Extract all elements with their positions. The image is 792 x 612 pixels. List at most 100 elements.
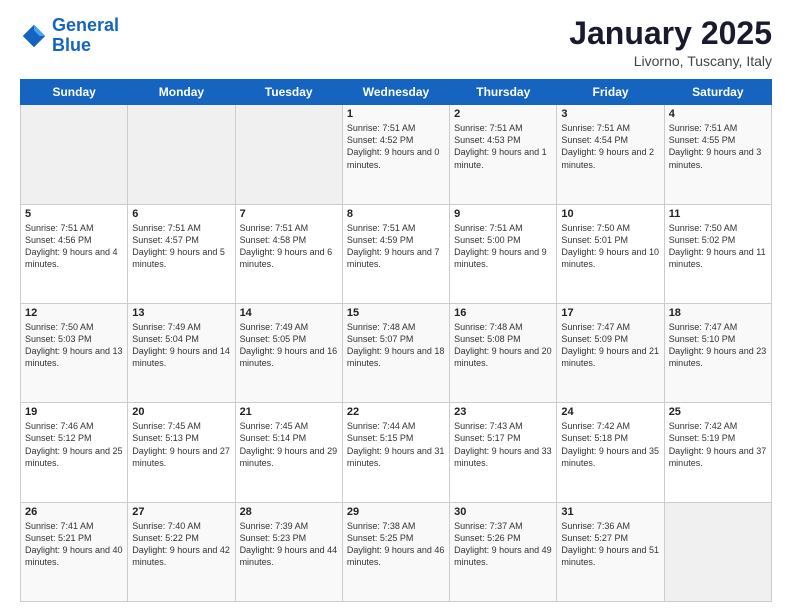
day-number: 16 [454, 307, 552, 319]
day-number: 8 [347, 208, 445, 220]
day-info: Sunrise: 7:51 AMSunset: 4:57 PMDaylight:… [132, 222, 230, 271]
calendar-cell: 27 Sunrise: 7:40 AMSunset: 5:22 PMDayligh… [128, 502, 235, 601]
calendar-week-row: 26 Sunrise: 7:41 AMSunset: 5:21 PMDayligh… [21, 502, 772, 601]
title-block: January 2025 Livorno, Tuscany, Italy [569, 16, 772, 69]
calendar-cell: 9 Sunrise: 7:51 AMSunset: 5:00 PMDaylight… [450, 204, 557, 303]
calendar-cell: 25 Sunrise: 7:42 AMSunset: 5:19 PMDayligh… [664, 403, 771, 502]
day-info: Sunrise: 7:51 AMSunset: 5:00 PMDaylight:… [454, 222, 552, 271]
day-info: Sunrise: 7:45 AMSunset: 5:14 PMDaylight:… [240, 420, 338, 469]
calendar-subtitle: Livorno, Tuscany, Italy [569, 53, 772, 69]
day-info: Sunrise: 7:51 AMSunset: 4:59 PMDaylight:… [347, 222, 445, 271]
page: General Blue January 2025 Livorno, Tusca… [0, 0, 792, 612]
day-info: Sunrise: 7:48 AMSunset: 5:07 PMDaylight:… [347, 321, 445, 370]
calendar-table: SundayMondayTuesdayWednesdayThursdayFrid… [20, 79, 772, 602]
calendar-week-row: 12 Sunrise: 7:50 AMSunset: 5:03 PMDayligh… [21, 303, 772, 402]
logo-line1: General [52, 15, 119, 35]
calendar-cell: 12 Sunrise: 7:50 AMSunset: 5:03 PMDayligh… [21, 303, 128, 402]
day-info: Sunrise: 7:51 AMSunset: 4:55 PMDaylight:… [669, 122, 767, 171]
calendar-week-row: 19 Sunrise: 7:46 AMSunset: 5:12 PMDayligh… [21, 403, 772, 502]
header: General Blue January 2025 Livorno, Tusca… [20, 16, 772, 69]
day-info: Sunrise: 7:50 AMSunset: 5:01 PMDaylight:… [561, 222, 659, 271]
calendar-cell: 11 Sunrise: 7:50 AMSunset: 5:02 PMDayligh… [664, 204, 771, 303]
day-info: Sunrise: 7:40 AMSunset: 5:22 PMDaylight:… [132, 520, 230, 569]
day-info: Sunrise: 7:50 AMSunset: 5:02 PMDaylight:… [669, 222, 767, 271]
day-number: 7 [240, 208, 338, 220]
day-number: 5 [25, 208, 123, 220]
day-info: Sunrise: 7:46 AMSunset: 5:12 PMDaylight:… [25, 420, 123, 469]
day-number: 4 [669, 108, 767, 120]
day-info: Sunrise: 7:42 AMSunset: 5:19 PMDaylight:… [669, 420, 767, 469]
day-number: 22 [347, 406, 445, 418]
day-info: Sunrise: 7:37 AMSunset: 5:26 PMDaylight:… [454, 520, 552, 569]
calendar-cell [128, 105, 235, 204]
calendar-cell: 18Sunrise: 7:47 AMSunset: 5:10 PMDayligh… [664, 303, 771, 402]
day-number: 24 [561, 406, 659, 418]
day-number: 25 [669, 406, 767, 418]
day-number: 1 [347, 108, 445, 120]
day-info: Sunrise: 7:47 AMSunset: 5:09 PMDaylight:… [561, 321, 659, 370]
day-number: 11 [669, 208, 767, 220]
day-number: 17 [561, 307, 659, 319]
day-info: Sunrise: 7:49 AMSunset: 5:04 PMDaylight:… [132, 321, 230, 370]
day-number: 9 [454, 208, 552, 220]
calendar-cell: 8 Sunrise: 7:51 AMSunset: 4:59 PMDaylight… [342, 204, 449, 303]
day-info: Sunrise: 7:45 AMSunset: 5:13 PMDaylight:… [132, 420, 230, 469]
calendar-cell: 15 Sunrise: 7:48 AMSunset: 5:07 PMDayligh… [342, 303, 449, 402]
day-number: 19 [25, 406, 123, 418]
day-number: 30 [454, 506, 552, 518]
day-number: 3 [561, 108, 659, 120]
calendar-cell: 1 Sunrise: 7:51 AMSunset: 4:52 PMDaylight… [342, 105, 449, 204]
calendar-week-row: 1 Sunrise: 7:51 AMSunset: 4:52 PMDaylight… [21, 105, 772, 204]
day-info: Sunrise: 7:51 AMSunset: 4:53 PMDaylight:… [454, 122, 552, 171]
day-info: Sunrise: 7:50 AMSunset: 5:03 PMDaylight:… [25, 321, 123, 370]
calendar-cell: 30 Sunrise: 7:37 AMSunset: 5:26 PMDayligh… [450, 502, 557, 601]
day-info: Sunrise: 7:44 AMSunset: 5:15 PMDaylight:… [347, 420, 445, 469]
calendar-cell: 4 Sunrise: 7:51 AMSunset: 4:55 PMDaylight… [664, 105, 771, 204]
day-number: 31 [561, 506, 659, 518]
day-info: Sunrise: 7:49 AMSunset: 5:05 PMDaylight:… [240, 321, 338, 370]
calendar-cell: 6Sunrise: 7:51 AMSunset: 4:57 PMDaylight… [128, 204, 235, 303]
logo-text: General Blue [52, 16, 119, 56]
day-number: 29 [347, 506, 445, 518]
day-number: 2 [454, 108, 552, 120]
logo: General Blue [20, 16, 119, 56]
calendar-cell: 10Sunrise: 7:50 AMSunset: 5:01 PMDayligh… [557, 204, 664, 303]
calendar-cell: 3 Sunrise: 7:51 AMSunset: 4:54 PMDaylight… [557, 105, 664, 204]
calendar-cell: 16Sunrise: 7:48 AMSunset: 5:08 PMDayligh… [450, 303, 557, 402]
day-info: Sunrise: 7:38 AMSunset: 5:25 PMDaylight:… [347, 520, 445, 569]
day-number: 13 [132, 307, 230, 319]
day-info: Sunrise: 7:51 AMSunset: 4:52 PMDaylight:… [347, 122, 445, 171]
calendar-cell: 5Sunrise: 7:51 AMSunset: 4:56 PMDaylight… [21, 204, 128, 303]
calendar-title: January 2025 [569, 16, 772, 51]
day-info: Sunrise: 7:36 AMSunset: 5:27 PMDaylight:… [561, 520, 659, 569]
day-number: 15 [347, 307, 445, 319]
day-number: 21 [240, 406, 338, 418]
calendar-header-row: SundayMondayTuesdayWednesdayThursdayFrid… [21, 80, 772, 105]
calendar-cell: 31 Sunrise: 7:36 AMSunset: 5:27 PMDayligh… [557, 502, 664, 601]
logo-icon [20, 22, 48, 50]
day-header-wednesday: Wednesday [342, 80, 449, 105]
day-info: Sunrise: 7:42 AMSunset: 5:18 PMDaylight:… [561, 420, 659, 469]
calendar-cell: 21 Sunrise: 7:45 AMSunset: 5:14 PMDayligh… [235, 403, 342, 502]
logo-line2: Blue [52, 35, 91, 55]
day-number: 12 [25, 307, 123, 319]
day-header-friday: Friday [557, 80, 664, 105]
calendar-cell: 28Sunrise: 7:39 AMSunset: 5:23 PMDayligh… [235, 502, 342, 601]
day-info: Sunrise: 7:51 AMSunset: 4:54 PMDaylight:… [561, 122, 659, 171]
calendar-cell: 20 Sunrise: 7:45 AMSunset: 5:13 PMDayligh… [128, 403, 235, 502]
calendar-week-row: 5Sunrise: 7:51 AMSunset: 4:56 PMDaylight… [21, 204, 772, 303]
calendar-cell: 29 Sunrise: 7:38 AMSunset: 5:25 PMDayligh… [342, 502, 449, 601]
calendar-cell: 24 Sunrise: 7:42 AMSunset: 5:18 PMDayligh… [557, 403, 664, 502]
calendar-cell [664, 502, 771, 601]
day-info: Sunrise: 7:41 AMSunset: 5:21 PMDaylight:… [25, 520, 123, 569]
day-number: 23 [454, 406, 552, 418]
day-number: 26 [25, 506, 123, 518]
day-number: 27 [132, 506, 230, 518]
day-header-monday: Monday [128, 80, 235, 105]
calendar-cell: 19 Sunrise: 7:46 AMSunset: 5:12 PMDayligh… [21, 403, 128, 502]
day-number: 14 [240, 307, 338, 319]
calendar-cell: 26 Sunrise: 7:41 AMSunset: 5:21 PMDayligh… [21, 502, 128, 601]
day-header-tuesday: Tuesday [235, 80, 342, 105]
calendar-cell: 14 Sunrise: 7:49 AMSunset: 5:05 PMDayligh… [235, 303, 342, 402]
day-number: 20 [132, 406, 230, 418]
